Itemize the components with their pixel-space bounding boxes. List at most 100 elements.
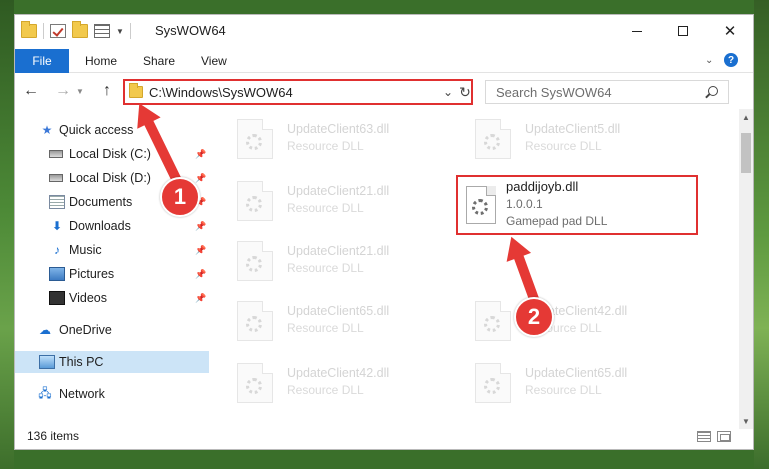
sidebar-item-quick-access[interactable]: ★ Quick access [15, 119, 209, 141]
sidebar-item-label: Documents [69, 195, 133, 209]
sidebar-item-label: Videos [69, 291, 107, 305]
file-type: Resource DLL [287, 383, 364, 397]
folder-icon[interactable] [21, 21, 37, 38]
scrollbar-thumb[interactable] [741, 133, 751, 173]
close-icon: ✕ [723, 23, 737, 40]
list-item[interactable]: UpdateClient42.dll Resource DLL [475, 299, 695, 347]
recent-locations-button[interactable]: ▼ [75, 81, 85, 101]
close-button[interactable]: ✕ [707, 15, 753, 47]
file-type: Resource DLL [525, 383, 602, 397]
sidebar-item-label: Pictures [69, 267, 115, 281]
gear-icon [246, 316, 262, 332]
videos-icon [49, 291, 65, 305]
highlighted-file-item[interactable]: paddijoyb.dll 1.0.0.1 Gamepad pad DLL [456, 175, 698, 235]
sidebar-item-local-disk-c[interactable]: Local Disk (C:) 📌 [15, 143, 209, 165]
tab-home[interactable]: Home [85, 49, 117, 73]
item-count: 136 items [27, 429, 80, 443]
expand-ribbon-icon[interactable]: ⌄ [705, 55, 713, 66]
pin-icon[interactable]: 📌 [195, 245, 206, 256]
list-item[interactable]: UpdateClient65.dll Resource DLL [237, 299, 457, 347]
desktop-background-right [754, 0, 769, 469]
desktop-background-left [0, 0, 14, 469]
minimize-icon [632, 30, 642, 32]
file-version: 1.0.0.1 [506, 197, 543, 211]
tab-share[interactable]: Share [143, 49, 175, 73]
scroll-up-icon[interactable]: ▲ [739, 109, 753, 125]
pin-icon[interactable]: 📌 [195, 293, 206, 304]
chevron-down-icon[interactable]: ▼ [116, 27, 124, 36]
new-folder-icon[interactable] [72, 21, 88, 38]
sidebar-item-label: This PC [59, 355, 104, 369]
back-button[interactable]: ← [21, 81, 41, 101]
file-name: UpdateClient65.dll [287, 304, 390, 318]
list-item[interactable]: UpdateClient21.dll Resource DLL [237, 239, 457, 287]
maximize-icon [678, 26, 688, 36]
chevron-down-icon: ▼ [76, 86, 84, 96]
file-type: Resource DLL [287, 261, 364, 275]
dll-file-icon [237, 301, 273, 341]
file-type: Gamepad pad DLL [506, 214, 608, 228]
pin-icon[interactable]: 📌 [195, 149, 206, 160]
pin-icon[interactable]: 📌 [195, 221, 206, 232]
gear-icon [484, 316, 500, 332]
sidebar-item-downloads[interactable]: ⬇ Downloads 📌 [15, 215, 209, 237]
forward-button[interactable]: → [53, 81, 73, 101]
dll-file-icon [475, 301, 511, 341]
minimize-button[interactable] [614, 15, 660, 47]
address-bar[interactable]: C:\Windows\SysWOW64 ⌄ [123, 79, 473, 105]
list-item[interactable]: UpdateClient42.dll Resource DLL [237, 361, 457, 409]
file-name: UpdateClient65.dll [525, 366, 628, 380]
sidebar-item-this-pc[interactable]: This PC [15, 351, 209, 373]
help-icon[interactable]: ? [724, 53, 738, 67]
address-history-icon[interactable]: ⌄ [443, 85, 453, 99]
maximize-button[interactable] [660, 15, 706, 47]
list-item[interactable]: UpdateClient65.dll Resource DLL [475, 361, 695, 409]
dll-file-icon [237, 181, 273, 221]
customize-toolbar-icon[interactable] [94, 24, 110, 38]
details-view-icon[interactable] [697, 431, 711, 442]
title-bar: ▼ SysWOW64 ✕ [15, 15, 753, 47]
gear-icon [246, 196, 262, 212]
search-placeholder: Search SysWOW64 [496, 85, 612, 100]
up-button[interactable]: ↑ [97, 81, 117, 101]
list-item[interactable]: UpdateClient21.dll Resource DLL [237, 179, 457, 227]
arrow-right-icon: → [55, 82, 71, 99]
toolbar-separator [129, 23, 131, 39]
cloud-icon: ☁ [39, 323, 51, 337]
step-badge-2: 2 [514, 297, 554, 337]
network-icon: 🖧 [38, 385, 52, 400]
sidebar-item-videos[interactable]: Videos 📌 [15, 287, 209, 309]
vertical-scrollbar[interactable]: ▲ ▼ [739, 109, 753, 429]
pin-icon[interactable]: 📌 [195, 269, 206, 280]
sidebar-item-onedrive[interactable]: ☁ OneDrive [15, 319, 209, 341]
list-item[interactable]: UpdateClient5.dll Resource DLL [475, 117, 695, 165]
dll-file-icon [475, 119, 511, 159]
file-name: UpdateClient42.dll [287, 366, 390, 380]
status-bar: 136 items [15, 423, 753, 449]
toolbar-separator [43, 23, 44, 39]
dll-file-icon [475, 363, 511, 403]
folder-icon [129, 83, 143, 98]
sidebar-item-label: OneDrive [59, 323, 112, 337]
sidebar-item-label: Music [69, 243, 102, 257]
tab-view[interactable]: View [201, 49, 227, 73]
sidebar-item-network[interactable]: 🖧 Network [15, 383, 209, 405]
pictures-icon [49, 267, 65, 281]
refresh-icon: ↻ [459, 83, 471, 100]
address-path[interactable]: C:\Windows\SysWOW64 [149, 85, 293, 100]
list-item[interactable]: UpdateClient63.dll Resource DLL [237, 117, 457, 165]
dll-file-icon [237, 241, 273, 281]
properties-check-icon[interactable] [50, 24, 66, 38]
computer-icon [39, 355, 55, 369]
sidebar-item-music[interactable]: ♪ Music 📌 [15, 239, 209, 261]
file-type: Resource DLL [525, 139, 602, 153]
large-icons-view-icon[interactable] [717, 431, 731, 442]
search-input[interactable]: Search SysWOW64 [485, 80, 729, 104]
drive-icon [49, 174, 63, 182]
pin-icon[interactable]: 📌 [195, 173, 206, 184]
tab-file[interactable]: File [15, 49, 69, 73]
navigation-bar: ← → ▼ ↑ C:\Windows\SysWOW64 ⌄ ↻ Search S… [15, 75, 753, 107]
arrow-up-icon: ↑ [103, 82, 111, 99]
sidebar-item-pictures[interactable]: Pictures 📌 [15, 263, 209, 285]
refresh-button[interactable]: ↻ [455, 79, 475, 105]
